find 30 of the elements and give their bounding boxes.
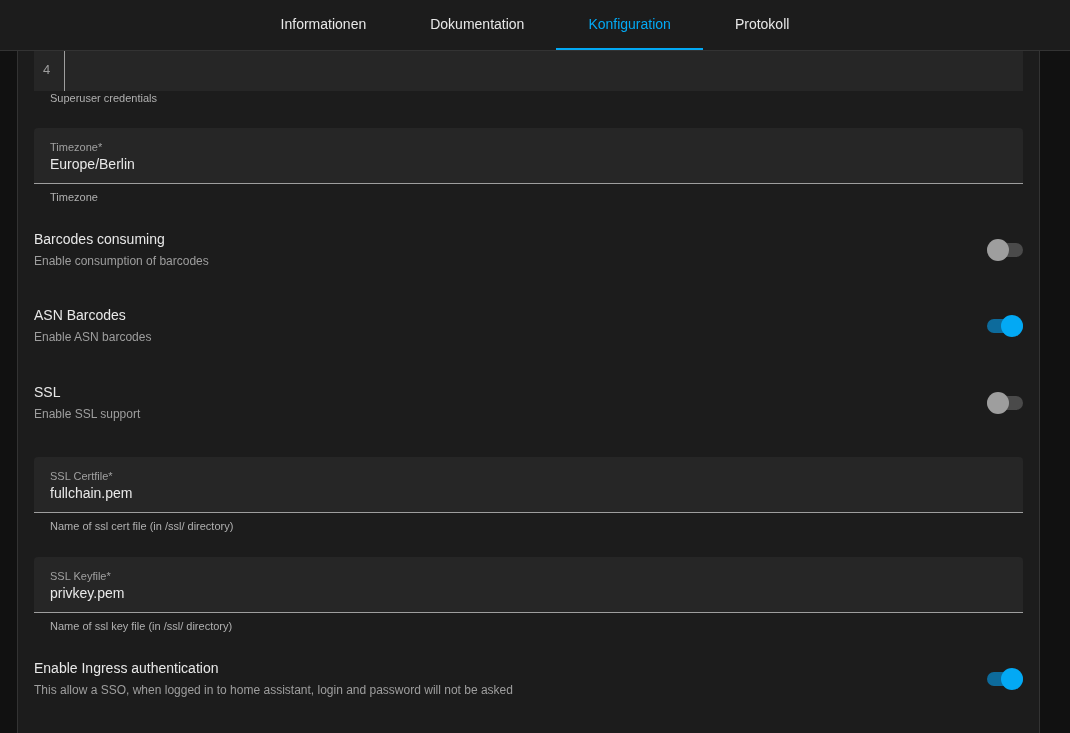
- code-editor[interactable]: 4: [34, 51, 1023, 91]
- toggle-switch[interactable]: [987, 391, 1023, 414]
- field-label: SSL Certfile*: [50, 468, 114, 483]
- setting-description: Enable ASN barcodes: [34, 329, 152, 346]
- field-value: Europe/Berlin: [50, 155, 136, 174]
- toggle-switch[interactable]: [987, 667, 1023, 690]
- setting-title: SSL: [34, 382, 62, 402]
- setting-description: Enable SSL support: [34, 405, 141, 422]
- setting-description: This allow a SSO, when logged in to home assistant, login and password will not be asked: [34, 681, 513, 698]
- helper-text: Name of ssl key file (in /ssl/ directory): [49, 618, 234, 634]
- helper-text: Name of ssl cert file (in /ssl/ directory): [49, 518, 235, 534]
- setting-title: Enable Ingress authentication: [34, 658, 220, 678]
- tab[interactable]: Dokumentation: [398, 0, 557, 50]
- setting-title: ASN Barcodes: [34, 306, 127, 326]
- field-label: SSL Keyfile*: [50, 568, 112, 583]
- helper-text: Timezone: [49, 190, 99, 205]
- line-number: 4: [43, 62, 51, 77]
- setting-description: Enable consumption of barcodes: [34, 253, 209, 269]
- tab[interactable]: Protokoll: [702, 0, 822, 50]
- text-field[interactable]: Timezone* Europe/Berlin: [34, 128, 1023, 184]
- field-value: privkey.pem: [50, 583, 126, 603]
- field-value: fullchain.pem: [50, 483, 134, 503]
- text-field[interactable]: SSL Certfile* fullchain.pem: [34, 456, 1023, 513]
- field-label: Timezone*: [50, 140, 104, 154]
- helper-text: Superuser credentials: [49, 91, 158, 106]
- toggle-switch[interactable]: [987, 239, 1023, 261]
- tab[interactable]: Informationen: [248, 0, 399, 50]
- text-field[interactable]: SSL Keyfile* privkey.pem: [34, 556, 1023, 613]
- setting-title: Barcodes consuming: [34, 230, 166, 249]
- toggle-switch[interactable]: [987, 315, 1023, 338]
